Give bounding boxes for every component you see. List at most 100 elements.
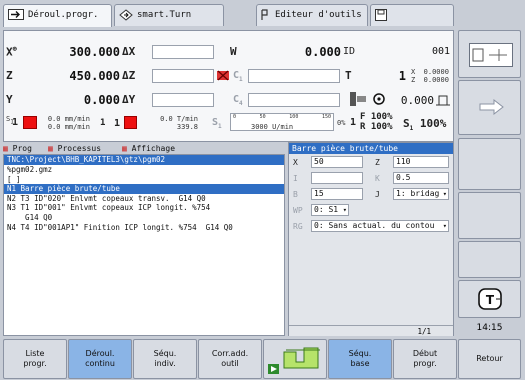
program-listing[interactable]: TNC:\Project\BHB_KAPITEL3\gtz\pgm02 %pgm… (3, 154, 285, 336)
c2-field (248, 93, 340, 107)
axis-w-value: 0.000 (304, 45, 341, 59)
tab-program-run[interactable]: Déroul.progr. (3, 4, 112, 27)
axis-c1-label: C1 (233, 70, 243, 83)
tool-t-label: T (345, 69, 352, 82)
tab-disk[interactable] (370, 4, 454, 26)
form-title: Barre pièce brute/tube (289, 143, 453, 154)
axis-c2-label: C4 (233, 94, 243, 107)
form-z-input[interactable]: 110 (393, 156, 449, 168)
form-rg-select[interactable]: 0: Sans actual. du contou ▾ (311, 220, 449, 232)
program-line[interactable]: N3 T1 ID"001" Enlvmt copeaux ICP longit.… (4, 203, 284, 213)
tool-correction-button[interactable]: Corr.add. outil (198, 339, 262, 379)
form-b-input[interactable]: 15 (311, 188, 363, 200)
program-start-button[interactable]: Début progr. (393, 339, 457, 379)
tool-z-offset: Z 0.0000 (411, 76, 449, 84)
feed2-bottom: 339.8 (176, 123, 198, 131)
tab-label: smart.Turn (137, 10, 192, 20)
form-panel: Barre pièce brute/tube X 50 Z 110 I K 0.… (288, 142, 454, 336)
spindle-lock-icon (217, 70, 229, 81)
feed-stop-icon (23, 116, 37, 129)
menu-prog[interactable]: ▦ Prog (3, 143, 32, 154)
axis-z-value: 450.000 (69, 69, 120, 83)
machine-display: X⊕ 300.000 ΔX W 0.000 ID 001 Z 450.000 Δ… (3, 30, 454, 142)
axis-x-delta-label: ΔX (122, 45, 136, 58)
svg-text:T: T (486, 293, 495, 307)
form-b-label: B (293, 190, 298, 199)
form-k-label: K (375, 174, 380, 183)
tab-label: Editeur d'outils (275, 10, 362, 20)
dropdown-arrow-icon: ▾ (342, 206, 347, 214)
menu-affichage[interactable]: ▦ Affichage (122, 143, 175, 154)
s2-label: S1 (212, 117, 222, 130)
feed-override: F 100% (360, 112, 393, 122)
smart-turn-icon (119, 8, 133, 21)
spindle-value: 0.000 (400, 94, 434, 107)
workpiece-icon (436, 95, 450, 106)
soft-key-4[interactable] (458, 192, 521, 239)
axis-z-delta-label: ΔZ (122, 69, 136, 82)
s1-count: 1 (12, 117, 19, 128)
form-k-input[interactable]: 0.5 (393, 172, 449, 184)
program-line[interactable]: G14 Q0 (4, 213, 284, 223)
rate-one: 1 (350, 117, 357, 128)
menu-processus[interactable]: ▦ Processus (48, 143, 101, 154)
rpm-scale: 0 50 100 150 (233, 114, 331, 120)
program-path: TNC:\Project\BHB_KAPITEL3\gtz\pgm02 (4, 155, 284, 165)
form-footer: 1/1 (289, 325, 453, 336)
arrow-key[interactable] (458, 80, 521, 135)
program-line[interactable]: N1 Barre pièce brute/tube (4, 184, 284, 194)
axis-y-value: 0.000 (83, 93, 120, 107)
tool-holder-icon (469, 43, 513, 67)
program-line[interactable]: N2 T3 ID"020" Enlvmt copeaux transv. G14… (4, 194, 284, 204)
dropdown-arrow-icon: ▾ (442, 222, 447, 230)
tool-x-offset: X 0.0000 (411, 68, 449, 76)
form-rg-label: RG (293, 222, 303, 231)
rpm-value: 3000 U/min (251, 123, 294, 131)
feed-top: 0.0 mm/min (47, 115, 90, 123)
axis-x-value: 300.000 (69, 45, 120, 59)
list-program-button[interactable]: Liste progr. (3, 339, 67, 379)
arrow-right-icon (479, 99, 504, 115)
form-j-label: J (375, 190, 380, 199)
screen: { "tabs":[ {"label":"Déroul.progr.","ico… (0, 0, 525, 380)
spindle-override: S1 100% (403, 117, 447, 133)
dropdown-arrow-icon: ▾ (442, 190, 447, 198)
feed2-top: 0.0 T/min (160, 115, 198, 123)
axis-x-label: X⊕ (6, 45, 17, 59)
soft-key-5[interactable] (458, 241, 521, 278)
tool-editor-icon (261, 8, 268, 20)
tool-t-icon: T (478, 288, 502, 310)
program-lines: %pgm02.gmz[ ] N1 Barre pièce brute/tube N2… (4, 165, 284, 232)
continuous-run-button[interactable]: Déroul. continu (68, 339, 132, 379)
form-x-input[interactable]: 50 (311, 156, 363, 168)
tool-t-key[interactable]: T (458, 280, 521, 318)
basic-block-button[interactable]: Séqu. base (328, 339, 392, 379)
c1-field (248, 69, 340, 83)
axis-y-delta-label: ΔY (122, 93, 136, 106)
tool-view-key[interactable] (458, 30, 521, 78)
form-j-select[interactable]: 1: bridag ▾ (393, 188, 449, 200)
disk-icon (375, 8, 387, 21)
back-button[interactable]: Retour (458, 339, 521, 379)
id-value: 001 (431, 46, 450, 57)
id-label: ID (343, 46, 356, 57)
form-wp-select[interactable]: 0: S1 ▾ (311, 204, 349, 216)
form-i-input[interactable] (311, 172, 363, 184)
soft-key-3[interactable] (458, 138, 521, 190)
delta-y-field (152, 93, 214, 107)
feed-bottom: 0.0 mm/min (47, 123, 90, 131)
program-line[interactable]: N4 T4 ID"001AP1" Finition ICP longit. %7… (4, 223, 284, 233)
single-block-button[interactable]: Séqu. indiv. (133, 339, 197, 379)
tab-tool-editor[interactable]: Editeur d'outils (256, 4, 368, 26)
tab-smart-turn[interactable]: smart.Turn (114, 4, 224, 26)
run-program-icon (8, 9, 24, 20)
form-z-label: Z (375, 158, 380, 167)
form-i-label: I (293, 174, 298, 183)
k1-value: 1 (100, 118, 106, 128)
program-line[interactable]: %pgm02.gmz (4, 165, 284, 175)
delta-x-field (152, 45, 214, 59)
form-wp-label: WP (293, 206, 303, 215)
rapid-override: R 100% (360, 122, 393, 132)
graphics-button[interactable] (263, 339, 327, 379)
program-line[interactable]: [ ] (4, 175, 284, 185)
